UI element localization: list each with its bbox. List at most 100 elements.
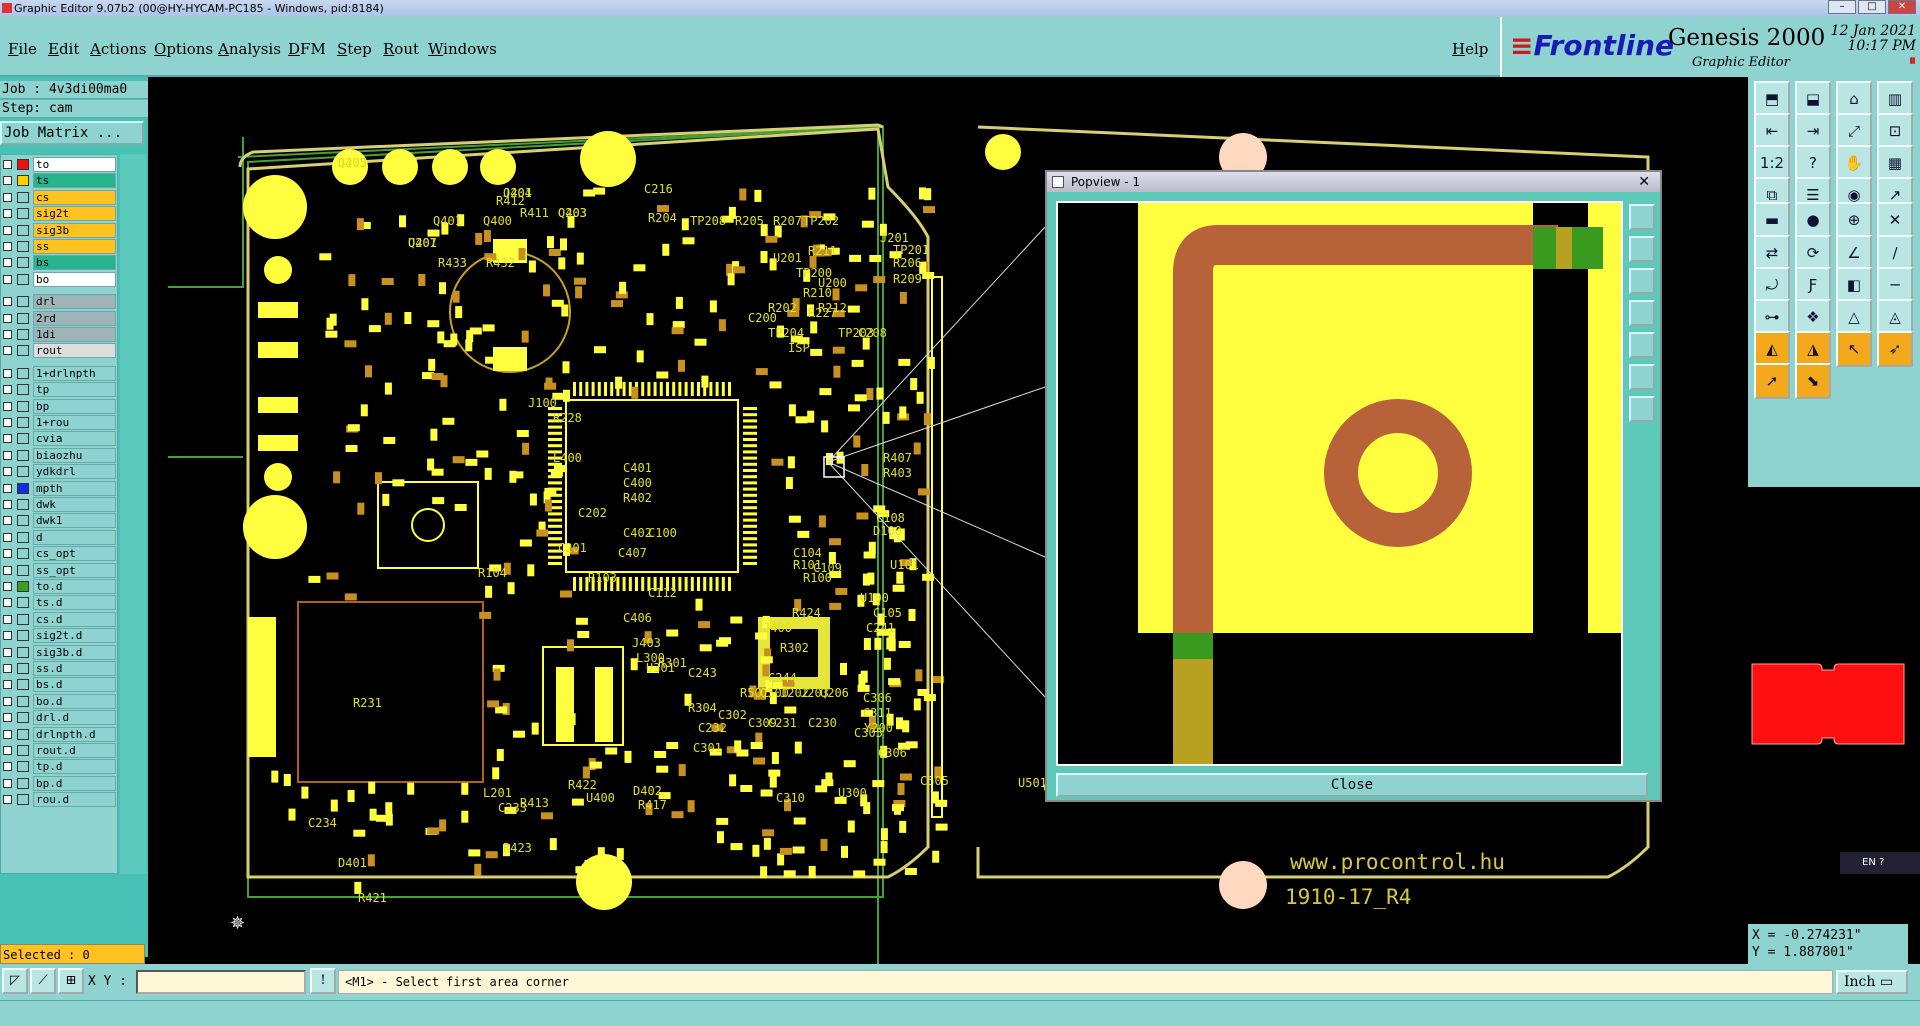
layer-color-swatch[interactable]	[17, 531, 29, 543]
layer-color-swatch[interactable]	[17, 312, 29, 324]
layer-color-swatch[interactable]	[17, 159, 29, 170]
layer-checkbox[interactable]	[3, 450, 12, 460]
layer-name[interactable]: drl	[33, 294, 116, 310]
layer-name[interactable]: ts	[33, 173, 116, 189]
layer-row-mpth[interactable]: mpth	[1, 480, 118, 496]
layer-name[interactable]: cs.d	[33, 611, 116, 627]
layer-checkbox[interactable]	[3, 729, 12, 739]
layer-color-swatch[interactable]	[17, 515, 29, 527]
layer-name[interactable]: drlnpth.d	[33, 726, 116, 742]
layer-list-scrollbar[interactable]	[120, 154, 146, 874]
layer-color-swatch[interactable]	[17, 384, 29, 396]
minimize-button[interactable]: –	[1828, 0, 1856, 14]
layer-checkbox[interactable]	[3, 532, 12, 542]
layer-color-swatch[interactable]	[17, 761, 29, 773]
select-box-icon[interactable]: ➶	[1877, 331, 1913, 367]
zoom-home-icon[interactable]: ⬒	[1754, 81, 1790, 117]
layer-color-swatch[interactable]	[17, 367, 29, 379]
delete-icon[interactable]: ✕	[1877, 202, 1913, 238]
layer-checkbox[interactable]	[3, 762, 12, 772]
layer-color-swatch[interactable]	[17, 345, 29, 357]
layer-checkbox[interactable]	[3, 434, 12, 444]
help-icon[interactable]: ?	[1795, 145, 1831, 181]
popview-pan-left-icon[interactable]	[1629, 300, 1655, 326]
layer-name[interactable]: bs.d	[33, 677, 116, 693]
layer-checkbox[interactable]	[3, 746, 12, 755]
polygon-b-icon[interactable]: ◬	[1877, 299, 1913, 335]
layer-name[interactable]: d	[33, 529, 116, 545]
layer-name[interactable]: drl.d	[33, 710, 116, 726]
layer-color-swatch[interactable]	[17, 728, 29, 740]
select-arrow-icon[interactable]: ↖	[1836, 331, 1872, 367]
layer-color-swatch[interactable]	[17, 597, 29, 609]
layer-row-1-rou[interactable]: 1+rou	[1, 415, 118, 430]
layer-name[interactable]: 1+drlnpth	[33, 365, 116, 381]
menu-step[interactable]: Step	[337, 40, 372, 58]
layer-name[interactable]: 1di	[33, 327, 116, 342]
layer-color-swatch[interactable]	[17, 329, 29, 340]
layer-color-swatch[interactable]	[17, 224, 29, 236]
popview-window[interactable]: Popview - 1 ✕ Close	[1045, 170, 1662, 802]
layer-row-cs-opt[interactable]: cs_opt	[1, 546, 118, 562]
grid-icon[interactable]: ⊞	[58, 968, 84, 994]
layer-name[interactable]: cvia	[33, 431, 116, 447]
contour-icon[interactable]: ❖	[1795, 299, 1831, 335]
window-close-button[interactable]: ✕	[1888, 0, 1916, 14]
redraw-icon[interactable]: ▥	[1877, 81, 1913, 117]
layer-row-bp-d[interactable]: bp.d	[1, 775, 118, 791]
layer-color-swatch[interactable]	[17, 296, 29, 308]
info-icon[interactable]: !	[310, 968, 336, 994]
layer-row-sig3b-d[interactable]: sig3b.d	[1, 644, 118, 660]
layer-name[interactable]: sig2t	[33, 206, 116, 222]
line-icon[interactable]: ∠	[1836, 235, 1872, 271]
menu-file[interactable]: File	[8, 40, 37, 58]
layer-row-bs-d[interactable]: bs.d	[1, 677, 118, 693]
layer-row-d[interactable]: d	[1, 529, 118, 545]
popview-zoom-out-icon[interactable]	[1629, 268, 1655, 294]
layer-row-sig2t[interactable]: sig2t	[1, 206, 118, 222]
layer-name[interactable]: to	[33, 157, 116, 172]
zoom-fit-icon[interactable]: ⊡	[1877, 113, 1913, 149]
layer-name[interactable]: ss	[33, 239, 116, 254]
menu-help[interactable]: Help	[1452, 40, 1488, 58]
menu-analysis[interactable]: Analysis	[218, 40, 281, 58]
layer-color-swatch[interactable]	[17, 613, 29, 625]
popview-zoom-in-icon[interactable]	[1629, 236, 1655, 262]
popview-title-bar[interactable]: Popview - 1 ✕	[1047, 172, 1660, 192]
ruler-icon[interactable]: ▬	[1754, 202, 1790, 238]
layer-color-swatch[interactable]	[17, 400, 29, 412]
layer-row-dwk[interactable]: dwk	[1, 497, 118, 512]
layer-checkbox[interactable]	[3, 274, 12, 284]
layer-checkbox[interactable]	[3, 242, 12, 251]
layer-row-biaozhu[interactable]: biaozhu	[1, 447, 118, 463]
layer-color-swatch[interactable]	[17, 712, 29, 724]
layer-name[interactable]: biaozhu	[33, 447, 116, 463]
layer-row-ts[interactable]: ts	[1, 173, 118, 189]
layer-checkbox[interactable]	[3, 647, 12, 657]
layer-checkbox[interactable]	[3, 778, 12, 788]
layer-checkbox[interactable]	[3, 565, 12, 575]
rotate-icon[interactable]: ⟳	[1795, 235, 1831, 271]
layer-row-drlnpth-d[interactable]: drlnpth.d	[1, 726, 118, 742]
layer-color-swatch[interactable]	[17, 208, 29, 220]
layer-row-ss-opt[interactable]: ss_opt	[1, 562, 118, 578]
move-icon[interactable]: ⊕	[1836, 202, 1872, 238]
layer-row-2rd[interactable]: 2rd	[1, 310, 118, 326]
layer-row-ss-d[interactable]: ss.d	[1, 661, 118, 676]
text-icon[interactable]: Ƒ	[1795, 267, 1831, 303]
layer-name[interactable]: dwk1	[33, 513, 116, 529]
layer-checkbox[interactable]	[3, 680, 12, 690]
layer-row-rout-d[interactable]: rout.d	[1, 743, 118, 758]
layer-row-cvia[interactable]: cvia	[1, 431, 118, 447]
layer-name[interactable]: tp.d	[33, 759, 116, 775]
zoom-out-icon[interactable]: ⌂	[1836, 81, 1872, 117]
layer-checkbox[interactable]	[3, 713, 12, 723]
layer-color-swatch[interactable]	[17, 499, 29, 510]
menu-windows[interactable]: Windows	[428, 40, 497, 58]
polygon-c-icon[interactable]: ◭	[1754, 331, 1790, 367]
layer-name[interactable]: rout	[33, 343, 116, 359]
layer-row-rout[interactable]: rout	[1, 343, 118, 359]
layer-row-rou-d[interactable]: rou.d	[1, 792, 118, 808]
layer-row-ydkdrl[interactable]: ydkdrl	[1, 464, 118, 480]
language-bar[interactable]: EN ?	[1840, 852, 1920, 874]
